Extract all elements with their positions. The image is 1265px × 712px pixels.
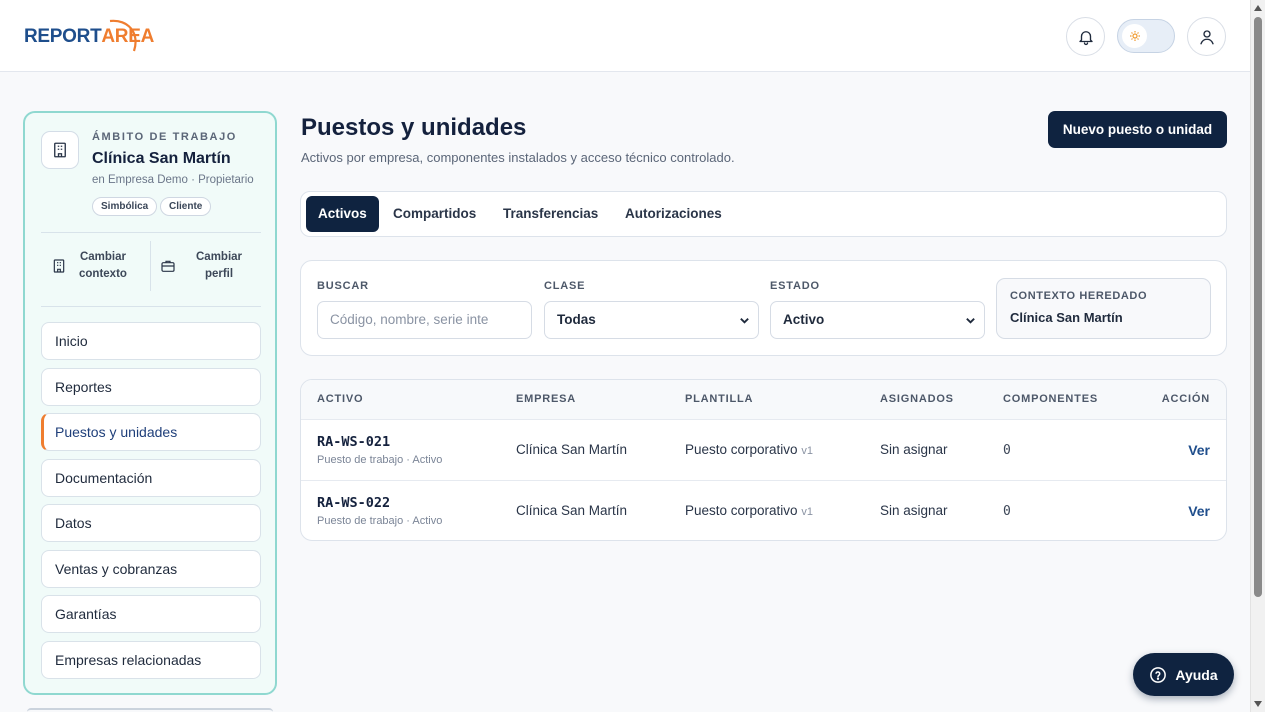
theme-toggle-knob	[1122, 24, 1147, 48]
sidebar-item-documentacion[interactable]: Documentación	[41, 459, 261, 497]
column-header: COMPONENTES	[1003, 393, 1098, 405]
user-icon	[1199, 29, 1214, 44]
logo[interactable]: REPORT AREA	[24, 17, 154, 57]
building-icon	[53, 259, 65, 273]
column-header: ACTIVO	[317, 393, 364, 405]
asset-template: Puesto corporativo v1	[685, 442, 813, 457]
column-header: ASIGNADOS	[880, 393, 954, 405]
filters-panel: BUSCAR Código, nombre, serie inte CLASE …	[300, 260, 1227, 356]
asset-assigned: Sin asignar	[880, 442, 948, 457]
sidebar-item-empresas-relacionadas[interactable]: Empresas relacionadas	[41, 641, 261, 679]
badge-cliente: Cliente	[160, 197, 212, 216]
assets-table: ACTIVO EMPRESA PLANTILLA ASIGNADOS COMPO…	[300, 379, 1227, 541]
asset-template: Puesto corporativo v1	[685, 503, 813, 518]
sidebar-item-puestos-y-unidades[interactable]: Puestos y unidades	[41, 413, 261, 451]
inherited-context: CONTEXTO HEREDADO Clínica San Martín	[996, 278, 1211, 339]
asset-components: 0	[1003, 504, 1011, 519]
inherited-context-label: CONTEXTO HEREDADO	[1010, 290, 1148, 302]
logo-arc-icon	[109, 19, 137, 52]
help-button[interactable]: Ayuda	[1133, 653, 1234, 696]
status-select[interactable]: Activo	[770, 301, 985, 339]
question-circle-icon	[1150, 666, 1167, 683]
chevron-down-icon	[966, 318, 975, 324]
column-header: ACCIÓN	[1161, 393, 1210, 405]
asset-code[interactable]: RA-WS-022	[317, 495, 390, 511]
class-label: CLASE	[544, 280, 586, 292]
briefcase-icon	[161, 260, 175, 272]
column-header: PLANTILLA	[685, 393, 754, 405]
view-link[interactable]: Ver	[1188, 442, 1210, 458]
profile-button[interactable]	[1187, 17, 1226, 56]
change-profile-button[interactable]: Cambiar perfil	[160, 241, 260, 291]
sun-icon	[1129, 31, 1140, 41]
class-select[interactable]: Todas	[544, 301, 759, 339]
top-header: REPORT AREA	[0, 0, 1250, 72]
sidebar-item-datos[interactable]: Datos	[41, 504, 261, 542]
new-asset-button[interactable]: Nuevo puesto o unidad	[1048, 111, 1227, 148]
page-title: Puestos y unidades	[301, 114, 527, 141]
asset-company: Clínica San Martín	[516, 442, 628, 457]
table-header: ACTIVO EMPRESA PLANTILLA ASIGNADOS COMPO…	[301, 380, 1226, 420]
chevron-down-icon	[740, 318, 749, 324]
tab-activos[interactable]: Activos	[306, 196, 379, 232]
workspace-subtitle: en Empresa Demo · Propietario	[92, 174, 254, 186]
tab-autorizaciones[interactable]: Autorizaciones	[613, 196, 734, 232]
table-row[interactable]: RA-WS-021 Puesto de trabajo · Activo Clí…	[301, 420, 1226, 480]
tab-compartidos[interactable]: Compartidos	[381, 196, 488, 232]
sidebar-next-card-edge	[27, 708, 273, 712]
asset-components: 0	[1003, 443, 1011, 458]
sidebar-item-inicio[interactable]: Inicio	[41, 322, 261, 360]
change-context-button[interactable]: Cambiar contexto	[51, 241, 146, 291]
status-label: ESTADO	[770, 280, 820, 292]
building-icon	[41, 131, 79, 169]
theme-toggle[interactable]	[1117, 19, 1175, 53]
scroll-down-arrow-icon[interactable]	[1254, 701, 1262, 707]
workspace-kicker: ÁMBITO DE TRABAJO	[92, 131, 237, 143]
sidebar-item-garantias[interactable]: Garantías	[41, 595, 261, 633]
tabs-bar: Activos Compartidos Transferencias Autor…	[300, 191, 1227, 237]
asset-assigned: Sin asignar	[880, 503, 948, 518]
bell-icon	[1078, 30, 1093, 45]
column-header: EMPRESA	[516, 393, 576, 405]
search-label: BUSCAR	[317, 280, 369, 292]
tab-transferencias[interactable]: Transferencias	[491, 196, 610, 232]
asset-company: Clínica San Martín	[516, 503, 628, 518]
asset-meta: Puesto de trabajo · Activo	[317, 454, 443, 466]
scroll-up-arrow-icon[interactable]	[1254, 5, 1262, 11]
workspace-name: Clínica San Martín	[92, 150, 231, 167]
view-link[interactable]: Ver	[1188, 503, 1210, 519]
asset-code[interactable]: RA-WS-021	[317, 434, 390, 450]
notifications-button[interactable]	[1066, 17, 1105, 56]
page-subtitle: Activos por empresa, componentes instala…	[301, 150, 735, 165]
asset-meta: Puesto de trabajo · Activo	[317, 515, 443, 527]
table-row[interactable]: RA-WS-022 Puesto de trabajo · Activo Clí…	[301, 480, 1226, 540]
scrollbar-thumb[interactable]	[1254, 17, 1262, 597]
inherited-context-value: Clínica San Martín	[1010, 310, 1123, 325]
search-input[interactable]: Código, nombre, serie inte	[317, 301, 532, 339]
sidebar-divider	[41, 232, 261, 233]
sidebar-item-reportes[interactable]: Reportes	[41, 368, 261, 406]
context-divider	[150, 241, 151, 291]
sidebar: ÁMBITO DE TRABAJO Clínica San Martín en …	[23, 111, 277, 695]
sidebar-divider	[41, 306, 261, 307]
page-scrollbar[interactable]	[1250, 0, 1265, 712]
badge-simbolica: Simbólica	[92, 197, 158, 216]
sidebar-item-ventas-y-cobranzas[interactable]: Ventas y cobranzas	[41, 550, 261, 588]
